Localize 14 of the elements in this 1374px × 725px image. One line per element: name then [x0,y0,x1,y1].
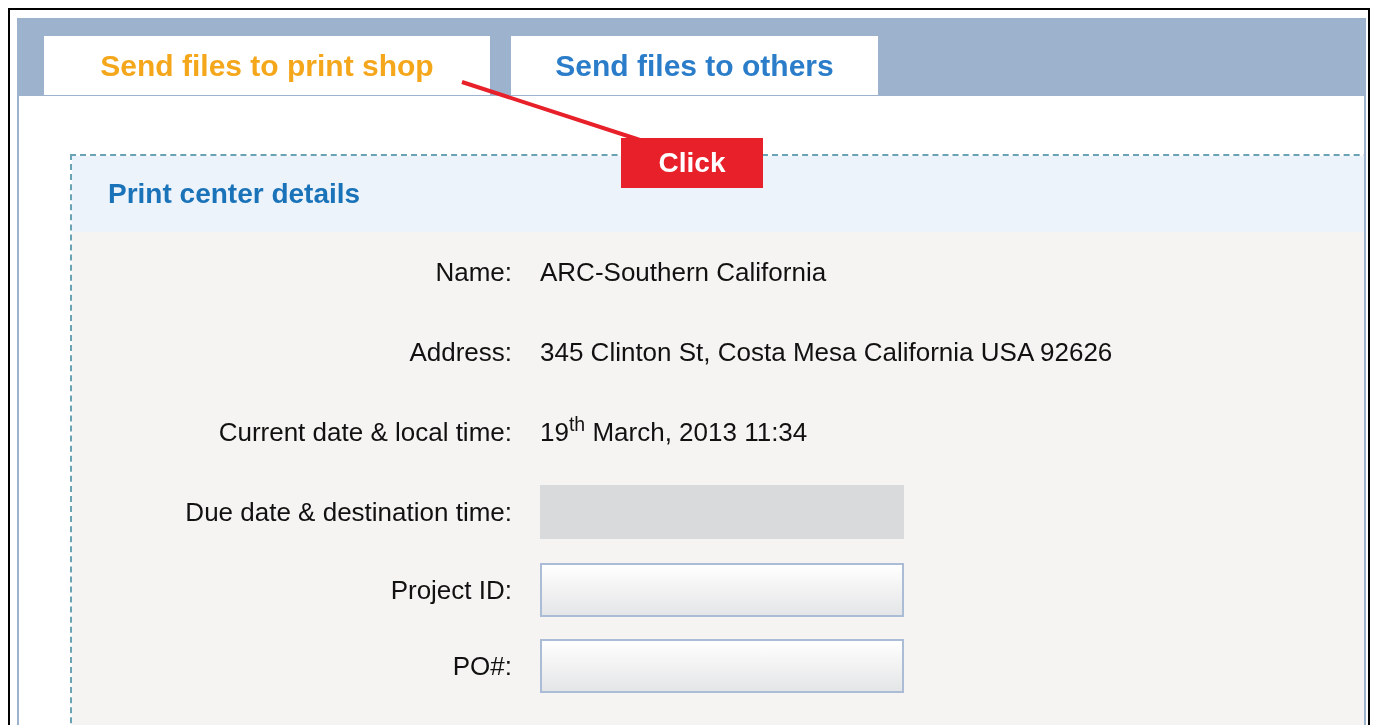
field-label: Current date & local time: [217,415,512,449]
field-value: 345 Clinton St, Costa Mesa California USA 92626 [540,335,1113,369]
field-value: ARC-Southern California [540,255,827,289]
tab[interactable]: Send files to others [511,36,878,95]
field-label: PO#: [451,649,512,683]
input-field[interactable] [540,639,904,693]
click-callout: Click [621,138,763,188]
field-value: 19$^{th}$ March, 2013 11:34 [540,412,808,449]
input-field[interactable] [540,563,904,617]
field-label: Name: [434,255,512,289]
section-title: Print center details [108,177,361,211]
field-label: Project ID: [389,573,512,607]
field-label: Due date & destination time: [184,495,512,529]
field-label: Address: [408,335,512,369]
